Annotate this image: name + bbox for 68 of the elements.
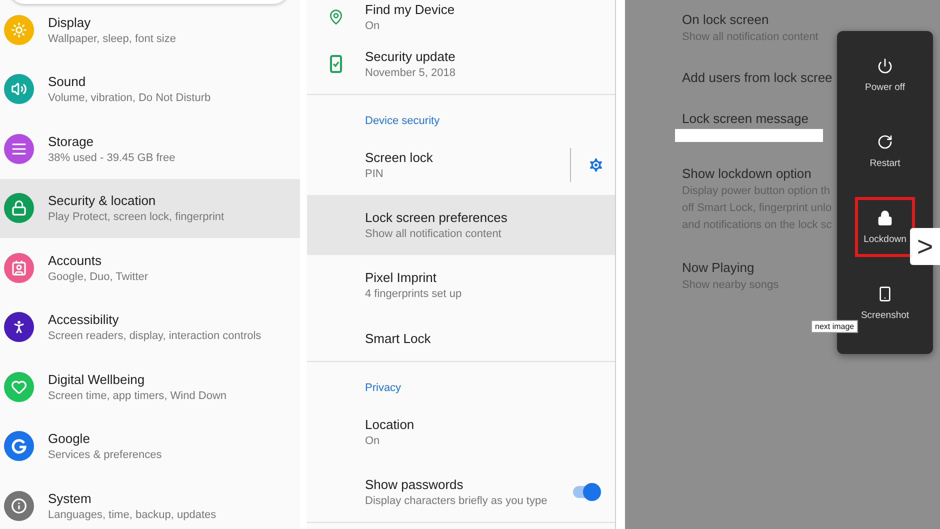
settings-item[interactable]: Accounts Google, Duo, Twitter	[0, 238, 300, 298]
item-title: Security update	[365, 49, 456, 64]
item-title: Screen lock	[365, 150, 434, 165]
item-subtitle: Screen time, app timers, Wind Down	[48, 390, 227, 402]
settings-item[interactable]: Location On	[307, 402, 615, 462]
settings-item[interactable]: Smart Lock	[307, 315, 615, 361]
tooltip: next image	[811, 320, 858, 333]
item-title: On lock screen	[682, 12, 770, 27]
item-subtitle: 4 fingerprints set up	[365, 288, 463, 300]
settings-item[interactable]: Storage 38% used - 39.45 GB free	[0, 119, 300, 178]
item-subtitle: Show all notification content	[365, 228, 502, 240]
settings-icon[interactable]	[587, 156, 605, 174]
item-title: Smart Lock	[365, 330, 432, 346]
item-title: Add users from lock scree	[682, 70, 834, 85]
item-subtitle: Play Protect, screen lock, fingerprint	[48, 211, 224, 224]
item-subtitle: Services & preferences	[48, 449, 162, 462]
item-title: Now Playing	[682, 260, 756, 275]
power-menu-item[interactable]: Power off	[855, 45, 915, 105]
item-title: Display	[48, 14, 92, 30]
settings-item[interactable]: Digital Wellbeing Screen time, app timers, Wind Down	[0, 357, 300, 416]
item-subtitle: PIN	[365, 168, 384, 180]
item-title: Accessibility	[48, 312, 120, 328]
restart-icon	[877, 134, 893, 150]
phone-icon	[877, 286, 893, 302]
item-title: Pixel Imprint	[365, 270, 438, 285]
power-menu-item[interactable]: Restart	[855, 121, 915, 181]
item-subtitle: Display characters briefly as you type	[365, 495, 548, 507]
item-title: Find my Device	[365, 2, 456, 17]
power-icon	[877, 58, 893, 74]
settings-item[interactable]: Show passwords Display characters briefly as you type	[307, 462, 615, 522]
item-subtitle: On	[365, 20, 381, 32]
section-header: Device security	[364, 114, 441, 129]
item-title: Sound	[48, 74, 87, 90]
settings-item[interactable]: Security & location Play Protect, screen lock, fingerprint	[0, 178, 300, 238]
settings-item[interactable]: Security update November 5, 2018	[307, 34, 615, 94]
item-title: Storage	[48, 134, 95, 149]
lock-icon	[877, 210, 893, 226]
item-title: Accounts	[48, 252, 102, 268]
item-subtitle: Wallpaper, sleep, font size	[48, 32, 176, 45]
item-subtitle: 38% used - 39.45 GB free	[48, 152, 176, 164]
settings-item[interactable]: Sound Volume, vibration, Do Not Disturb	[0, 60, 300, 119]
settings-item[interactable]: System Languages, time, backup, updates	[0, 476, 300, 529]
settings-item[interactable]: Google Services & preferences	[0, 416, 300, 476]
item-subtitle: Volume, vibration, Do Not Disturb	[48, 92, 211, 104]
section-header: Privacy	[364, 381, 402, 396]
item-subtitle: Google, Duo, Twitter	[48, 270, 148, 283]
item-title: System	[48, 490, 92, 506]
toggle-switch[interactable]	[571, 483, 601, 501]
item-subtitle: Screen readers, display, interaction controls	[48, 330, 262, 342]
item-title: Digital Wellbeing	[48, 372, 146, 387]
item-title: Show passwords	[365, 477, 464, 492]
item-title: Lock screen preferences	[365, 210, 508, 225]
item-title: Lock screen message	[682, 111, 810, 126]
settings-item[interactable]: Screen lock PIN	[307, 135, 615, 195]
item-title: Show lockdown option	[682, 166, 812, 181]
item-subtitle: November 5, 2018	[365, 67, 456, 79]
item-subtitle: Languages, time, backup, updates	[48, 508, 216, 521]
toggle-thumb[interactable]	[583, 483, 601, 501]
settings-item[interactable]: Find my Device On	[307, 0, 615, 34]
settings-item[interactable]: Accessibility Screen readers, display, interaction controls	[0, 298, 300, 357]
item-title: Security & location	[48, 193, 157, 208]
settings-item[interactable]: Pixel Imprint 4 fingerprints set up	[307, 255, 615, 315]
item-title: Location	[365, 417, 416, 432]
settings-item[interactable]: Lock screen preferences Show all notification content	[307, 195, 615, 255]
item-subtitle: On	[365, 435, 381, 447]
item-title: Google	[48, 431, 91, 446]
settings-item[interactable]: Display Wallpaper, sleep, font size	[0, 0, 300, 60]
next-button[interactable]: >	[910, 228, 940, 265]
